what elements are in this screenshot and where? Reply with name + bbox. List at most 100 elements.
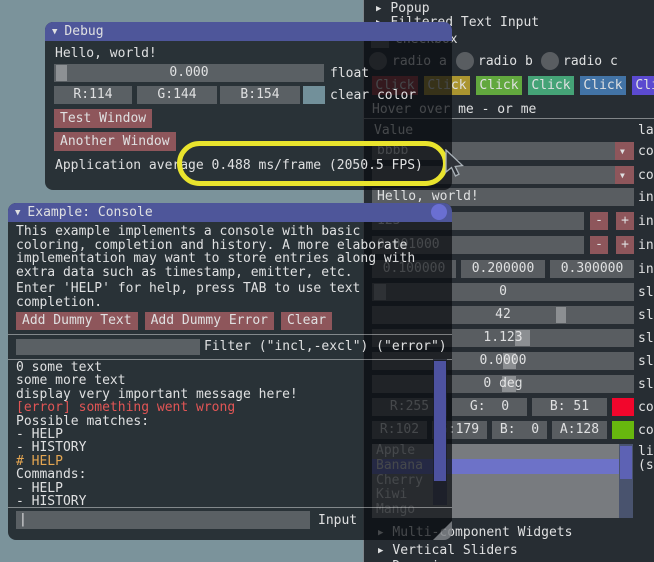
clear-color-g-drag[interactable]: G:144: [137, 86, 217, 104]
test-window-button[interactable]: Test Window: [54, 109, 152, 128]
log-line: - HELP: [16, 428, 430, 441]
tree-node-vertical-sliders[interactable]: Vertical Sliders: [378, 543, 518, 558]
separator: [8, 334, 452, 335]
listbox-scrollbar[interactable]: [619, 444, 633, 518]
intro-line: coloring, completion and history. A more…: [16, 239, 415, 253]
radio-b-button[interactable]: [456, 52, 474, 70]
widget-label: (single select): [638, 458, 654, 473]
clear-color-label: clear color: [330, 88, 416, 103]
scrollbar-grab[interactable]: [620, 446, 632, 479]
float-slider[interactable]: 0.000: [54, 64, 324, 82]
scrollbar-grab[interactable]: [434, 361, 446, 481]
slider-value: 0.000: [169, 65, 208, 80]
log-line: 0 some text: [16, 361, 430, 374]
highlight-annotation: [177, 141, 448, 186]
log-line: - HISTORY: [16, 441, 430, 454]
color1-swatch[interactable]: [612, 398, 634, 416]
float3-input-y[interactable]: 0.200000: [461, 260, 545, 278]
hello-text: Hello, world!: [55, 46, 157, 61]
widget-label: combo: [638, 168, 654, 183]
radio-b-label: radio b: [478, 54, 533, 69]
console-help-text: Enter 'HELP' for help, press TAB to use …: [16, 282, 360, 309]
close-icon[interactable]: [431, 204, 447, 220]
drag-value: A:128: [560, 422, 599, 437]
plus-button[interactable]: +: [616, 212, 634, 230]
help-line: completion.: [16, 296, 360, 310]
log-line-error: [error] something went wrong: [16, 401, 430, 414]
minus-button[interactable]: -: [590, 212, 608, 230]
drag-value: B:154: [240, 87, 279, 102]
filter-input[interactable]: [16, 339, 200, 355]
widget-label: color 2: [638, 423, 654, 438]
separator: [8, 359, 452, 360]
slider-grab[interactable]: [502, 376, 516, 392]
float-slider-label: float: [330, 66, 369, 81]
click-button-teal[interactable]: Click: [528, 76, 574, 95]
click-button-purple[interactable]: Click: [632, 76, 654, 95]
log-line-command: # HELP: [16, 455, 430, 468]
log-line: - HELP: [16, 482, 430, 495]
float3-input-z[interactable]: 0.300000: [550, 260, 634, 278]
console-log[interactable]: 0 some text some more text display very …: [16, 361, 430, 505]
widget-label: slider log float: [638, 354, 654, 369]
log-line: display very important message here!: [16, 388, 430, 401]
help-line: Enter 'HELP' for help, press TAB to use …: [16, 282, 360, 296]
widget-label: input float3: [638, 262, 654, 277]
chevron-down-icon[interactable]: [615, 142, 634, 160]
click-button-blue[interactable]: Click: [580, 76, 626, 95]
float3-value: 0.300000: [561, 261, 624, 276]
slider-grab[interactable]: [556, 307, 566, 323]
widget-label: input float: [638, 238, 654, 253]
slider-grab[interactable]: [503, 353, 516, 369]
slider-grab[interactable]: [56, 65, 67, 81]
drag-value: G:144: [157, 87, 196, 102]
console-scrollbar[interactable]: [433, 359, 447, 505]
console-input[interactable]: |: [16, 511, 310, 529]
text-cursor: |: [16, 512, 27, 527]
slider-grab[interactable]: [515, 330, 530, 346]
intro-line: This example implements a console with b…: [16, 225, 415, 239]
add-dummy-text-button[interactable]: Add Dummy Text: [16, 312, 138, 330]
tree-node-popup[interactable]: Popup: [376, 1, 430, 16]
widget-label: slider int: [638, 308, 654, 323]
radio-c-button[interactable]: [541, 52, 559, 70]
console-intro-text: This example implements a console with b…: [16, 225, 415, 279]
mouse-cursor-icon: [445, 149, 465, 179]
color1-b-drag[interactable]: B: 51: [532, 398, 607, 416]
widget-label: label: [638, 123, 654, 138]
float3-value: 0.200000: [472, 261, 535, 276]
console-input-label: Input: [318, 513, 357, 528]
chevron-down-icon[interactable]: [615, 166, 634, 184]
console-titlebar[interactable]: Example: Console: [8, 203, 452, 222]
clear-button[interactable]: Clear: [281, 312, 332, 330]
color2-swatch[interactable]: [612, 421, 634, 439]
clear-color-b-drag[interactable]: B:154: [220, 86, 300, 104]
clear-color-r-drag[interactable]: R:114: [54, 86, 132, 104]
tree-node-label: Popup: [390, 1, 429, 16]
widget-label: slider angle: [638, 377, 654, 392]
drag-value: B: 51: [550, 399, 589, 414]
minus-button[interactable]: -: [590, 236, 608, 254]
plus-button[interactable]: +: [616, 236, 634, 254]
click-button-green[interactable]: Click: [476, 76, 522, 95]
desktop: Popup Filtered Text Input checkbox radio…: [0, 0, 654, 562]
separator: [8, 507, 452, 508]
color2-b-drag[interactable]: B: 0: [492, 421, 547, 439]
log-line: - HISTORY: [16, 495, 430, 505]
console-buttons-row: Add Dummy Text Add Dummy Error Clear: [16, 312, 332, 330]
add-dummy-error-button[interactable]: Add Dummy Error: [145, 312, 274, 330]
debug-titlebar[interactable]: Debug: [45, 22, 452, 41]
window-title: Debug: [64, 24, 103, 39]
slider-value: 0: [499, 284, 507, 299]
widget-label: combo: [638, 144, 654, 159]
resize-grip[interactable]: [433, 521, 452, 540]
color1-g-drag[interactable]: G: 0: [452, 398, 527, 416]
another-window-button[interactable]: Another Window: [54, 132, 176, 151]
clear-color-swatch[interactable]: [303, 86, 325, 104]
color2-a-drag[interactable]: A:128: [552, 421, 607, 439]
window-title: Example: Console: [27, 205, 152, 220]
drag-value: R:114: [73, 87, 112, 102]
filter-label: Filter ("incl,-excl") ("error"): [204, 339, 447, 354]
intro-line: implementation may want to store entries…: [16, 252, 415, 266]
widget-label: listbox: [638, 444, 654, 459]
